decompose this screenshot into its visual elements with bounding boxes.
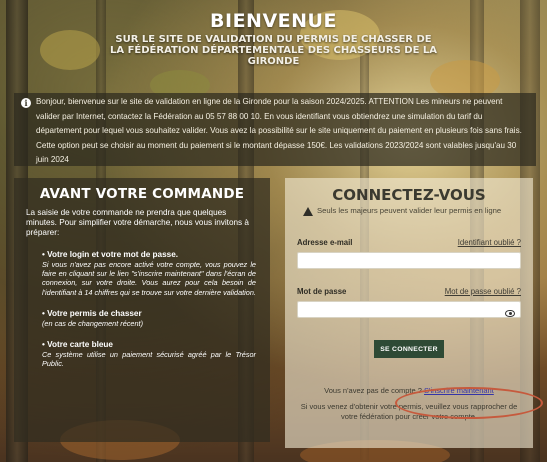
email-label: Adresse e-mail [297,238,353,247]
step-description: (en cas de changement récent) [42,318,143,328]
page-header: BIENVENUE SUR LE SITE DE VALIDATION DU P… [0,10,547,67]
password-field[interactable] [297,301,521,318]
email-label-row: Adresse e-mail Identifiant oublié ? [297,238,521,247]
highlight-annotation [395,387,543,419]
list-item-permit: Votre permis de chasser (en cas de chang… [42,309,258,328]
before-order-panel: AVANT VOTRE COMMANDE La saisie de votre … [14,178,270,442]
login-button[interactable]: SE CONNECTER [374,340,444,358]
before-order-intro: La saisie de votre commande ne prendra q… [26,208,249,237]
adult-warning: Seuls les majeurs peuvent valider leur p… [297,206,521,216]
list-item-login: Votre login et votre mot de passe. Si vo… [42,250,258,297]
step-title: Votre carte bleue [42,340,258,350]
step-description: Si vous n'avez pas encore activé votre c… [42,260,256,297]
show-password-eye-icon[interactable] [505,310,515,317]
warning-text: Seuls les majeurs peuvent valider leur p… [317,206,502,215]
info-notice: i Bonjour, bienvenue sur le site de vali… [14,93,536,166]
email-field[interactable] [297,252,521,269]
notice-text: Bonjour, bienvenue sur le site de valida… [36,97,522,164]
step-title: Votre login et votre mot de passe. [42,250,258,260]
password-label-row: Mot de passe Mot de passe oublié ? [297,287,521,296]
login-title: CONNECTEZ-VOUS [332,186,486,204]
before-order-title: AVANT VOTRE COMMANDE [39,186,245,202]
step-description: Ce système utilise un paiement sécurisé … [42,350,256,369]
password-label: Mot de passe [297,287,347,296]
page-title: BIENVENUE [210,10,337,32]
warning-icon [303,207,313,216]
page-subtitle: SUR LE SITE DE VALIDATION DU PERMIS DE C… [109,34,438,67]
list-item-card: Votre carte bleue Ce système utilise un … [42,340,258,368]
password-wrapper [297,301,521,318]
forgot-id-link[interactable]: Identifiant oublié ? [458,238,521,247]
step-title: Votre permis de chasser [42,309,258,319]
forgot-password-link[interactable]: Mot de passe oublié ? [445,287,521,296]
info-icon: i [21,98,31,108]
